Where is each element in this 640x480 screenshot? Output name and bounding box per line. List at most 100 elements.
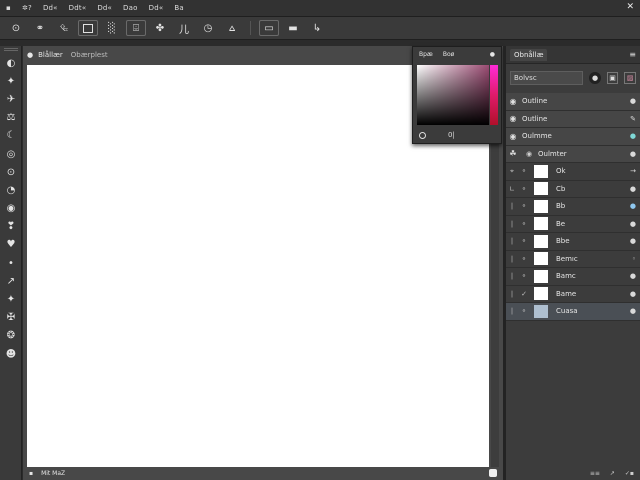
close-icon[interactable]: ✕ [626,2,634,12]
layer-row[interactable]: ∣ ⚬ Bamc ● [506,268,640,286]
row-end-icon[interactable]: ● [630,272,636,280]
heal-tool-icon[interactable]: ♥ [0,236,22,254]
eyedropper-icon[interactable] [419,131,426,139]
layer-row-selected[interactable]: ∣ ⚬ Cuasa ● [506,303,640,321]
fill-icon[interactable]: ▬ [283,20,303,36]
menu-item-7[interactable]: Ba [174,4,184,12]
visibility-icon[interactable]: ✓ [518,290,530,298]
toolbar-grip[interactable] [3,48,18,51]
expand-icon[interactable]: ◉ [522,150,536,158]
lock-icon[interactable]: ∣ [506,290,518,298]
visibility-icon[interactable]: ⚬ [518,272,530,280]
document-tab[interactable]: ● Blållær Obærplest [27,48,108,62]
row-end-icon[interactable]: ● [630,290,636,298]
layer-row[interactable]: ⌖ ⚬ Ok → [506,163,640,181]
toggle-icon[interactable]: ⊙ [6,20,26,36]
lock-icon[interactable]: ∣ [506,255,518,263]
magic-tool-icon[interactable]: ✦ [0,290,22,308]
hand-tool-icon[interactable]: ☻ [0,345,22,363]
visibility-icon[interactable]: ⚬ [518,307,530,315]
tab-close-icon[interactable]: ● [27,51,33,59]
smudge-tool-icon[interactable]: ❣ [0,218,22,236]
link-icon[interactable]: ∟ [506,185,518,193]
point-tool-icon[interactable]: • [0,254,22,272]
menu-item-6[interactable]: Dd« [149,4,164,12]
visibility-icon[interactable]: ⚬ [518,255,530,263]
eraser-tool-icon[interactable]: ☾ [0,127,22,145]
lasso-tool-icon[interactable]: ✦ [0,72,22,90]
mask-icon[interactable]: ▣ [606,72,619,84]
pen-tool-icon[interactable]: ✈ [0,90,22,108]
layer-row[interactable]: ∣ ⚬ Bemıc ◦ [506,251,640,268]
new-layer-icon[interactable]: ↗ [610,470,615,477]
eye-tool-icon[interactable]: ◉ [0,200,22,218]
lock-icon[interactable]: ∣ [506,202,518,210]
layer-row[interactable]: ∣ ⚬ Be ● [506,216,640,233]
clock-icon[interactable]: ◷ [198,20,218,36]
align-icon[interactable]: ⩟ [222,20,242,36]
status-arrow-icon[interactable] [489,469,497,477]
hue-slider[interactable] [490,65,498,125]
menu-item-4[interactable]: Dd« [97,4,112,12]
crop-icon[interactable]: ⌹ [126,20,146,36]
color-picker-dot-icon[interactable]: ● [490,51,495,58]
row-end-icon[interactable]: ● [630,307,636,315]
move-tool-icon[interactable]: ◐ [0,54,22,72]
transform-icon[interactable]: ⮴ [54,20,74,36]
row-end-icon[interactable]: ● [630,150,636,158]
delete-layer-icon[interactable]: ✓▪ [625,470,634,477]
layer-options-icon[interactable]: ≡≡ [590,470,600,477]
visibility-icon[interactable]: ⚬ [518,237,530,245]
dodge-tool-icon[interactable]: ⊙ [0,163,22,181]
status-zoom[interactable]: ▪ [29,470,33,477]
text-tool-icon[interactable]: ✠ [0,309,22,327]
rectangle-icon[interactable]: ▭ [259,20,279,36]
arrow-icon[interactable]: ↳ [307,20,327,36]
row-end-icon[interactable]: ● [630,97,636,105]
visibility-icon[interactable]: ◉ [506,97,520,106]
group-icon[interactable]: ☘ [506,149,520,158]
lock-icon[interactable]: ∣ [506,237,518,245]
row-end-icon[interactable]: ✎ [630,115,636,123]
menu-item-1[interactable]: ✲? [22,4,32,12]
brush-tool-icon[interactable]: ⚖ [0,109,22,127]
menu-item-3[interactable]: Ddt« [69,4,87,12]
visibility-icon[interactable]: ⚬ [518,167,530,175]
panel-menu-icon[interactable]: ≡ [629,50,636,59]
menu-item-5[interactable]: Dao [123,4,138,12]
frame-button[interactable] [78,20,98,36]
color-field[interactable] [417,65,489,125]
layer-group-row[interactable]: ◉ Outline ● [506,93,640,111]
visibility-icon[interactable]: ⚬ [518,185,530,193]
row-end-icon[interactable]: ● [630,132,636,140]
stamp-tool-icon[interactable]: ◎ [0,145,22,163]
visibility-icon[interactable]: ⚬ [518,202,530,210]
pattern-icon[interactable]: ░ [102,20,122,36]
visibility-icon[interactable]: ◉ [506,114,520,123]
layer-row[interactable]: ∣ ⚬ Bb ● [506,198,640,216]
move-icon[interactable]: ✤ [150,20,170,36]
blur-tool-icon[interactable]: ◔ [0,181,22,199]
menu-item-2[interactable]: Dd« [43,4,58,12]
lock-icon[interactable]: ∣ [506,307,518,315]
layer-row[interactable]: ∟ ⚬ Cb ● [506,181,640,198]
row-end-icon[interactable]: ● [630,220,636,228]
path-icon[interactable]: ⼉ [174,20,194,36]
select-tool-icon[interactable]: ↗ [0,272,22,290]
layer-row[interactable]: ∣ ✓ Bame ● [506,286,640,303]
layer-group-row[interactable]: ◉ Outline ✎ [506,110,640,128]
lock-icon[interactable]: ∣ [506,220,518,228]
visibility-icon[interactable]: ⚬ [518,220,530,228]
filter-icon[interactable]: ● [589,72,601,84]
adjust-icon[interactable]: ▨ [624,72,636,84]
shape-tool-icon[interactable]: ❂ [0,327,22,345]
row-end-icon[interactable]: ● [630,185,636,193]
tab-layers[interactable]: Obnållæ [510,48,548,61]
layer-group-row[interactable]: ◉ Oulmme ● [506,128,640,146]
row-end-icon[interactable]: → [630,167,636,175]
visibility-icon[interactable]: ◉ [506,132,520,141]
row-end-icon[interactable]: ◦ [632,255,636,263]
link-icon[interactable]: ⚭ [30,20,50,36]
layer-row[interactable]: ∣ ⚬ Bbe ● [506,233,640,251]
row-end-icon[interactable]: ● [630,237,636,245]
